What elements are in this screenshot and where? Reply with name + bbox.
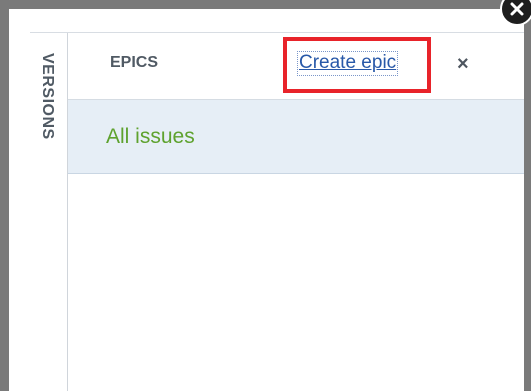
dialog-frame: VERSIONS EPICS Create epic × All issues (9, 9, 524, 391)
all-issues-label: All issues (106, 125, 195, 148)
epics-panel-header: EPICS Create epic × (68, 33, 524, 100)
close-icon (510, 2, 524, 16)
close-panel-icon[interactable]: × (457, 53, 469, 75)
versions-tab-label: VERSIONS (39, 53, 56, 140)
epics-title: EPICS (110, 54, 159, 71)
create-epic-link[interactable]: Create epic (297, 51, 399, 76)
all-issues-item[interactable]: All issues (68, 100, 524, 174)
versions-tab[interactable]: VERSIONS (30, 33, 68, 391)
